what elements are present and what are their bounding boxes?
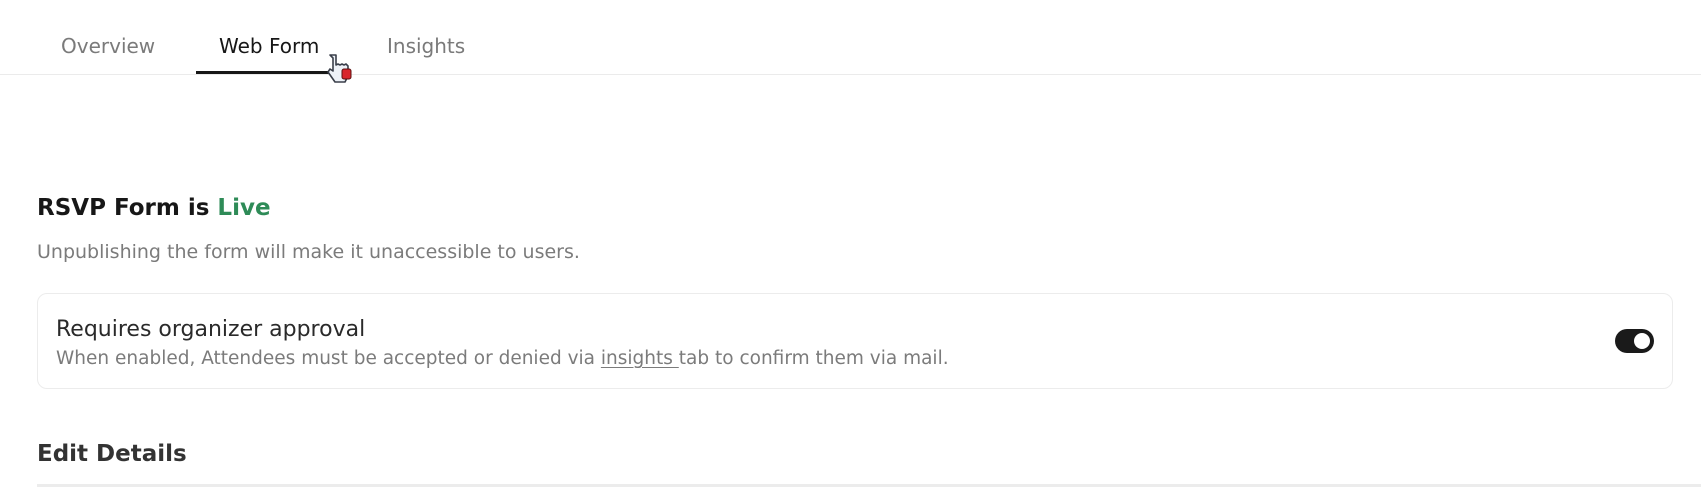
- approval-toggle[interactable]: [1615, 329, 1654, 353]
- tab-web-form[interactable]: Web Form: [219, 34, 319, 58]
- tab-insights[interactable]: Insights: [387, 34, 465, 58]
- approval-card: Requires organizer approval When enabled…: [37, 293, 1673, 389]
- approval-desc-before: When enabled, Attendees must be accepted…: [56, 348, 601, 369]
- hand-pointer-icon: [324, 52, 358, 86]
- form-title-prefix: RSVP Form is: [37, 195, 218, 221]
- page: Overview Web Form Insights RSVP Form is …: [0, 0, 1701, 491]
- active-tab-indicator: [196, 71, 335, 74]
- toggle-knob: [1634, 333, 1650, 349]
- insights-link[interactable]: insights: [601, 348, 679, 369]
- tab-bar: Overview Web Form Insights: [0, 0, 1701, 75]
- section-divider: [37, 484, 1701, 487]
- approval-description: When enabled, Attendees must be accepted…: [56, 348, 949, 369]
- edit-details-title: Edit Details: [37, 441, 187, 467]
- approval-title: Requires organizer approval: [56, 317, 366, 342]
- approval-desc-after: tab to confirm them via mail.: [678, 348, 949, 369]
- form-status-badge: Live: [217, 195, 271, 221]
- tab-overview[interactable]: Overview: [61, 34, 155, 58]
- form-status-title: RSVP Form is Live: [37, 195, 271, 221]
- form-status-subtitle: Unpublishing the form will make it unacc…: [37, 241, 580, 263]
